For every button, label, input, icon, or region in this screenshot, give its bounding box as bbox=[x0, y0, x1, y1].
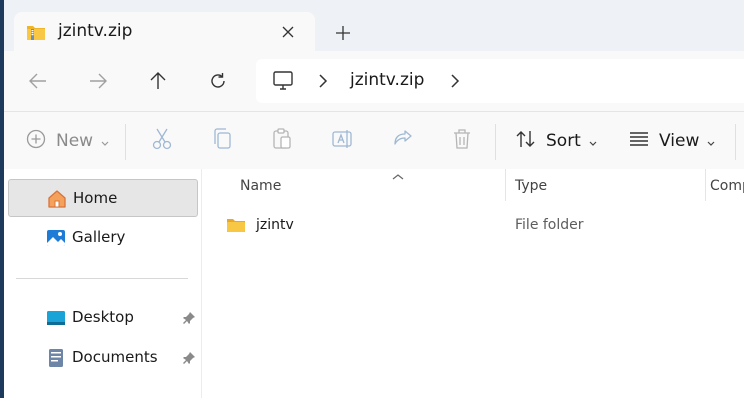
zip-folder-icon bbox=[26, 23, 46, 41]
column-header-name[interactable]: Name bbox=[232, 169, 502, 201]
file-explorer-window: jzintv.zip jzintv.zip New Sort View Home… bbox=[4, 0, 744, 398]
chevron-down-icon bbox=[589, 132, 597, 151]
file-type: File folder bbox=[515, 217, 584, 233]
plus-circle-icon bbox=[26, 129, 46, 153]
pin-icon[interactable] bbox=[182, 310, 196, 324]
this-pc-icon[interactable] bbox=[272, 71, 294, 91]
command-separator bbox=[735, 124, 736, 160]
new-button[interactable]: New bbox=[26, 129, 109, 153]
up-arrow-icon[interactable] bbox=[146, 69, 170, 93]
sidebar-item-documents[interactable]: Documents bbox=[8, 339, 198, 377]
column-header-compressed-size[interactable]: Comp bbox=[707, 169, 744, 201]
home-icon bbox=[47, 189, 67, 209]
sidebar-item-desktop[interactable]: Desktop bbox=[8, 299, 198, 337]
copy-icon bbox=[212, 128, 232, 154]
command-separator bbox=[125, 124, 126, 160]
folder-icon bbox=[226, 217, 246, 233]
cut-button[interactable] bbox=[152, 128, 172, 154]
sidebar-item-label: Desktop bbox=[72, 308, 134, 326]
forward-arrow-icon[interactable] bbox=[86, 69, 110, 93]
sidebar-separator bbox=[16, 278, 188, 279]
desktop-icon bbox=[46, 308, 66, 328]
tab-title: jzintv.zip bbox=[58, 21, 133, 41]
paste-button[interactable] bbox=[272, 128, 292, 154]
file-list: Name Type Comp jzintv File folder bbox=[202, 169, 744, 398]
column-header-label: Type bbox=[515, 178, 548, 194]
scissors-icon bbox=[152, 128, 172, 154]
view-label: View bbox=[659, 131, 700, 151]
column-header-type[interactable]: Type bbox=[507, 169, 702, 201]
list-item[interactable]: jzintv File folder bbox=[222, 213, 744, 237]
view-list-icon bbox=[629, 131, 649, 151]
chevron-down-icon bbox=[707, 132, 715, 151]
column-separator[interactable] bbox=[705, 169, 706, 201]
gallery-icon bbox=[46, 228, 66, 248]
address-bar[interactable]: jzintv.zip bbox=[256, 59, 744, 103]
sidebar-item-label: Home bbox=[73, 189, 118, 207]
delete-button[interactable] bbox=[452, 129, 472, 153]
new-tab-plus-icon[interactable] bbox=[331, 21, 355, 45]
tab-jzintv-zip[interactable]: jzintv.zip bbox=[14, 12, 315, 51]
tab-strip: jzintv.zip bbox=[4, 0, 744, 51]
sidebar-item-home[interactable]: Home bbox=[8, 179, 198, 217]
chevron-down-icon bbox=[101, 132, 109, 151]
sort-arrows-icon bbox=[516, 129, 536, 153]
column-header-label: Comp bbox=[710, 178, 744, 194]
rename-icon bbox=[332, 128, 354, 154]
sort-label: Sort bbox=[546, 131, 581, 151]
sidebar-item-label: Documents bbox=[72, 348, 158, 366]
view-button[interactable]: View bbox=[629, 129, 715, 153]
command-separator bbox=[495, 124, 496, 160]
sort-button[interactable]: Sort bbox=[516, 129, 597, 153]
documents-icon bbox=[46, 348, 66, 368]
close-tab-icon[interactable] bbox=[278, 22, 298, 42]
paste-clipboard-icon bbox=[272, 128, 292, 154]
chevron-right-icon[interactable] bbox=[316, 73, 330, 89]
sidebar-item-label: Gallery bbox=[72, 228, 126, 246]
rename-button[interactable] bbox=[332, 129, 354, 153]
column-separator[interactable] bbox=[505, 169, 506, 201]
share-icon bbox=[392, 128, 414, 154]
new-label: New bbox=[56, 131, 94, 151]
chevron-right-icon[interactable] bbox=[448, 73, 462, 89]
breadcrumb-jzintv-zip[interactable]: jzintv.zip bbox=[350, 70, 424, 90]
file-name: jzintv bbox=[256, 217, 294, 233]
navigation-pane: Home Gallery Desktop Documents bbox=[4, 169, 201, 398]
sidebar-item-gallery[interactable]: Gallery bbox=[8, 219, 198, 257]
trash-icon bbox=[452, 128, 472, 154]
back-arrow-icon[interactable] bbox=[26, 69, 50, 93]
command-bar: New Sort View bbox=[4, 111, 744, 169]
sort-ascending-icon bbox=[392, 169, 404, 180]
pin-icon[interactable] bbox=[182, 350, 196, 364]
column-header-label: Name bbox=[240, 178, 282, 194]
share-button[interactable] bbox=[392, 129, 414, 153]
copy-button[interactable] bbox=[212, 128, 232, 154]
navigation-bar: jzintv.zip bbox=[4, 51, 744, 111]
refresh-icon[interactable] bbox=[206, 69, 230, 93]
